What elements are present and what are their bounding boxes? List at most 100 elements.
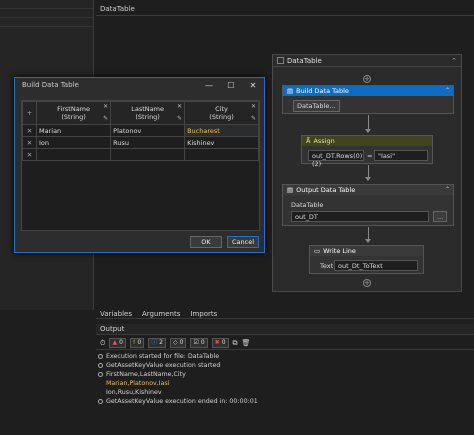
filter-critical[interactable]: ✖ 0 xyxy=(211,338,229,348)
filter-count: 0 xyxy=(200,339,205,346)
remove-row-icon[interactable]: ✕ xyxy=(22,148,37,161)
clock-icon[interactable]: ⏱ xyxy=(100,339,105,348)
activity-build-data-table[interactable]: ▤ Build Data Table ⌃ DataTable... xyxy=(282,85,454,114)
log-line: GetAssetKeyValue execution ended in: 00:… xyxy=(98,397,468,406)
dialog-title-bar: Build Data Table — ☐ ✕ xyxy=(15,78,264,93)
cancel-button[interactable]: Cancel xyxy=(227,236,259,248)
filter-warnings[interactable]: ! 0 xyxy=(129,338,145,348)
ok-button[interactable]: OK xyxy=(190,236,222,248)
activity-assign[interactable]: A⃡ Assign out_DT.Rows(0)(2) = "Iasi" xyxy=(301,135,433,168)
bottom-tabs: Variables Arguments Imports xyxy=(96,309,474,319)
filter-count: 0 xyxy=(137,339,142,346)
datatable-label: DataTable xyxy=(291,201,324,209)
equals-sign: = xyxy=(367,152,373,160)
info-icon xyxy=(98,354,103,359)
copy-icon[interactable]: ⧉ xyxy=(233,339,238,348)
table-cell[interactable] xyxy=(184,148,259,161)
activity-title-label: Assign xyxy=(313,137,335,145)
activity-output-data-table[interactable]: ▤ Output Data Table ⌃ DataTable out_DT .… xyxy=(282,184,454,226)
data-grid[interactable]: + ✕ FirstName (String) ✎ ✕ LastName (Str… xyxy=(21,100,260,231)
datatable-button[interactable]: DataTable... xyxy=(293,100,340,112)
browse-button[interactable]: ... xyxy=(433,211,448,222)
activity-title: ▤ Build Data Table xyxy=(283,86,453,96)
edit-column-icon[interactable]: ✎ xyxy=(103,115,108,122)
tab-imports[interactable]: Imports xyxy=(190,309,217,318)
add-activity-icon[interactable]: + xyxy=(363,75,371,83)
log-text: Marian,Platonov,Iasi xyxy=(106,380,170,387)
log-line: Execution started for file: DataTable xyxy=(98,352,468,361)
filter-errors[interactable]: ▲ 0 xyxy=(109,338,126,348)
tab-variables[interactable]: Variables xyxy=(100,309,132,318)
info-icon: ⓘ xyxy=(151,339,158,346)
info-icon xyxy=(98,363,103,368)
breadcrumb[interactable]: DataTable xyxy=(96,2,474,16)
filter-verbose[interactable]: ☑ 0 xyxy=(190,338,208,348)
table-cell[interactable] xyxy=(110,148,186,161)
sequence-container[interactable]: DataTable ⌃ + ▤ Build Data Table ⌃ DataT… xyxy=(272,54,462,292)
clear-icon[interactable]: 🗑 xyxy=(242,339,251,347)
collapse-icon[interactable]: ⌃ xyxy=(445,186,450,193)
filter-trace[interactable]: ◇ 0 xyxy=(170,338,187,348)
assign-value-field[interactable]: "Iasi" xyxy=(374,150,428,161)
column-header-city[interactable]: ✕ City (String) ✎ xyxy=(184,101,259,125)
sequence-icon xyxy=(277,57,284,64)
close-icon[interactable]: ✕ xyxy=(242,78,264,93)
assign-to-field[interactable]: out_DT.Rows(0)(2) xyxy=(308,150,364,168)
tab-arguments[interactable]: Arguments xyxy=(142,309,180,318)
build-data-table-dialog: Build Data Table — ☐ ✕ + ✕ FirstName (St… xyxy=(14,77,265,253)
log-line: GetAssetKeyValue execution started xyxy=(98,361,468,370)
sequence-title: DataTable xyxy=(287,56,322,65)
connector-arrow xyxy=(365,129,371,133)
remove-column-icon[interactable]: ✕ xyxy=(103,103,108,110)
assign-icon: A⃡ xyxy=(306,137,311,145)
table-cell[interactable]: Kishinev xyxy=(184,136,259,149)
log-text: FirstName,LastName,City xyxy=(106,371,186,378)
table-cell[interactable]: Platonov xyxy=(110,124,186,137)
table-cell[interactable]: Rusu xyxy=(110,136,186,149)
filter-count: 0 xyxy=(119,339,123,346)
output-panel-title: Output xyxy=(96,324,474,335)
critical-icon: ✖ xyxy=(214,339,220,346)
column-header-lastname[interactable]: ✕ LastName (String) ✎ xyxy=(110,101,186,125)
add-column-icon[interactable]: + xyxy=(22,101,37,125)
verbose-icon: ☑ xyxy=(193,339,199,346)
table-row: ✕ Marian Platonov Bucharest xyxy=(22,124,259,137)
datatable-field[interactable]: out_DT xyxy=(291,211,429,222)
table-cell[interactable] xyxy=(35,148,112,161)
warning-icon: ! xyxy=(132,339,136,346)
column-header-firstname[interactable]: ✕ FirstName (String) ✎ xyxy=(35,101,112,125)
log-line: FirstName,LastName,City xyxy=(98,370,468,379)
filter-count: 2 xyxy=(159,339,163,346)
table-cell[interactable]: Ion xyxy=(35,136,112,149)
edit-column-icon[interactable]: ✎ xyxy=(251,115,256,122)
column-name: FirstName xyxy=(57,105,91,113)
table-cell[interactable]: Marian xyxy=(35,124,112,137)
filter-count: 0 xyxy=(221,339,226,346)
add-activity-icon[interactable]: + xyxy=(363,279,371,287)
activity-title-label: Write Line xyxy=(323,247,356,255)
activity-write-line[interactable]: ▭ Write Line Text out_Dt_ToText xyxy=(309,245,424,274)
activity-title-label: Output Data Table xyxy=(296,186,356,194)
table-row-new: ✕ xyxy=(22,148,259,161)
collapse-icon[interactable]: ⌃ xyxy=(445,87,450,94)
text-field[interactable]: out_Dt_ToText xyxy=(334,260,418,271)
left-panel-row xyxy=(0,18,93,27)
filter-info[interactable]: ⓘ 2 xyxy=(148,338,166,348)
activity-title: ▭ Write Line xyxy=(310,246,423,256)
log-line: Ion,Rusu,Kishinev xyxy=(98,388,468,397)
table-cell[interactable]: Bucharest xyxy=(184,124,259,137)
maximize-icon[interactable]: ☐ xyxy=(220,78,242,93)
connector-arrow xyxy=(365,177,371,181)
edit-column-icon[interactable]: ✎ xyxy=(177,115,182,122)
remove-row-icon[interactable]: ✕ xyxy=(22,136,37,149)
collapse-icon[interactable]: ⌃ xyxy=(451,57,457,65)
remove-column-icon[interactable]: ✕ xyxy=(177,103,182,110)
info-icon xyxy=(98,372,103,377)
text-label: Text xyxy=(320,262,334,270)
remove-column-icon[interactable]: ✕ xyxy=(251,103,256,110)
minimize-icon[interactable]: — xyxy=(198,78,220,93)
left-panel-row xyxy=(0,9,93,18)
log-text: Execution started for file: DataTable xyxy=(106,353,220,360)
remove-row-icon[interactable]: ✕ xyxy=(22,124,37,137)
table-row: ✕ Ion Rusu Kishinev xyxy=(22,136,259,149)
